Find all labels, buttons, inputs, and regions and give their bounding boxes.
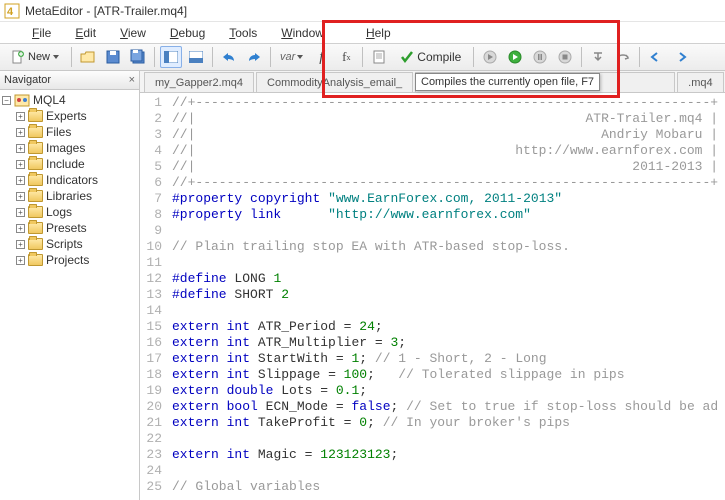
- folder-icon: [28, 206, 43, 218]
- var-label[interactable]: var: [276, 46, 307, 68]
- expand-icon[interactable]: +: [16, 240, 25, 249]
- open-icon[interactable]: [77, 46, 99, 68]
- doc-icon[interactable]: [368, 46, 390, 68]
- code-editor[interactable]: 1 2 3 4 5 6 7 8 9 10 11 12 13 14 15 16 1…: [140, 93, 725, 500]
- navigator-panel: Navigator × − MQL4 +Experts+Files+Images…: [0, 71, 140, 500]
- panel-left-icon[interactable]: [160, 46, 182, 68]
- back-icon[interactable]: [645, 46, 667, 68]
- menu-tools[interactable]: Tools: [217, 24, 269, 42]
- tab[interactable]: my_Gapper2.mq4: [144, 72, 254, 92]
- folder-icon: [28, 222, 43, 234]
- nav-item[interactable]: +Include: [2, 156, 137, 172]
- panel-bottom-icon[interactable]: [185, 46, 207, 68]
- folder-icon: [28, 126, 43, 138]
- save-icon[interactable]: [102, 46, 124, 68]
- navigator-title: Navigator: [4, 74, 51, 86]
- menu-debug[interactable]: Debug: [158, 24, 217, 42]
- expand-icon[interactable]: +: [16, 128, 25, 137]
- stop-icon[interactable]: [554, 46, 576, 68]
- tab[interactable]: .mq4: [677, 72, 723, 92]
- compile-button[interactable]: Compile: [393, 46, 468, 68]
- window-title: MetaEditor - [ATR-Trailer.mq4]: [25, 4, 187, 18]
- nav-item[interactable]: +Indicators: [2, 172, 137, 188]
- nav-item[interactable]: +Experts: [2, 108, 137, 124]
- folder-icon: [28, 238, 43, 250]
- nav-item[interactable]: +Libraries: [2, 188, 137, 204]
- line-gutter: 1 2 3 4 5 6 7 8 9 10 11 12 13 14 15 16 1…: [140, 93, 168, 500]
- tab[interactable]: CommodityAnalysis_email_: [256, 72, 413, 92]
- nav-item[interactable]: +Presets: [2, 220, 137, 236]
- nav-item[interactable]: +Projects: [2, 252, 137, 268]
- close-icon[interactable]: ×: [129, 74, 135, 86]
- fx-icon[interactable]: f: [310, 46, 332, 68]
- collapse-icon[interactable]: −: [2, 96, 11, 105]
- folder-icon: [28, 254, 43, 266]
- run-icon[interactable]: [504, 46, 526, 68]
- save-all-icon[interactable]: [127, 46, 149, 68]
- menu-help[interactable]: Help: [354, 24, 403, 42]
- app-icon: 4: [4, 3, 20, 19]
- folder-icon: [28, 142, 43, 154]
- forward-icon[interactable]: [670, 46, 692, 68]
- menu-view[interactable]: View: [108, 24, 158, 42]
- expand-icon[interactable]: +: [16, 192, 25, 201]
- redo-icon[interactable]: [243, 46, 265, 68]
- expand-icon[interactable]: +: [16, 112, 25, 121]
- expand-icon[interactable]: +: [16, 256, 25, 265]
- menu-window[interactable]: Window: [269, 24, 336, 42]
- pause-icon[interactable]: [529, 46, 551, 68]
- nav-item[interactable]: +Logs: [2, 204, 137, 220]
- expand-icon[interactable]: +: [16, 144, 25, 153]
- folder-icon: [28, 110, 43, 122]
- fx2-icon[interactable]: fx: [335, 46, 357, 68]
- nav-item[interactable]: +Scripts: [2, 236, 137, 252]
- step-into-icon[interactable]: [587, 46, 609, 68]
- menu-edit[interactable]: Edit: [63, 24, 108, 42]
- expand-icon[interactable]: +: [16, 160, 25, 169]
- svg-text:4: 4: [7, 6, 14, 18]
- folder-icon: [28, 158, 43, 170]
- expand-icon[interactable]: +: [16, 176, 25, 185]
- folder-icon: [28, 190, 43, 202]
- nav-root[interactable]: − MQL4: [2, 92, 137, 108]
- undo-icon[interactable]: [218, 46, 240, 68]
- step-over-icon[interactable]: [612, 46, 634, 68]
- expand-icon[interactable]: +: [16, 224, 25, 233]
- tooltip: Compiles the currently open file, F7: [415, 73, 600, 91]
- nav-item[interactable]: +Images: [2, 140, 137, 156]
- debug-start-icon[interactable]: [479, 46, 501, 68]
- nav-item[interactable]: +Files: [2, 124, 137, 140]
- mql4-icon: [14, 93, 30, 107]
- expand-icon[interactable]: +: [16, 208, 25, 217]
- folder-icon: [28, 174, 43, 186]
- menu-file[interactable]: File: [20, 24, 63, 42]
- new-button[interactable]: New: [4, 46, 66, 68]
